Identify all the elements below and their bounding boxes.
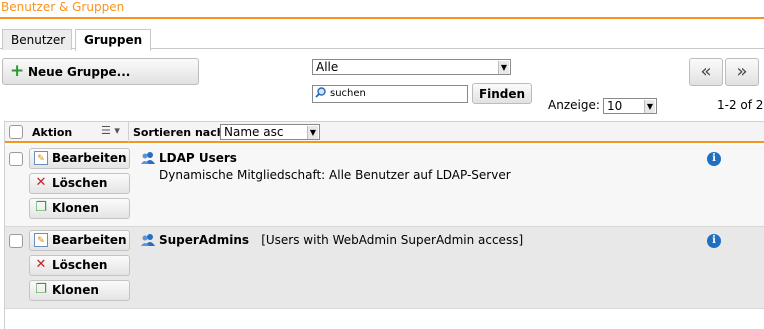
tab-bar: Benutzer Gruppen (0, 29, 764, 51)
list-item: ✎ Bearbeiten ✕ Löschen ❐ Klonen LDAP Use… (5, 145, 764, 227)
header-divider (128, 122, 129, 142)
page-title: Benutzer & Gruppen (1, 0, 125, 14)
sort-select[interactable]: Name asc ▼ (220, 124, 320, 140)
clone-button[interactable]: ❐ Klonen (29, 280, 130, 301)
delete-button[interactable]: ✕ Löschen (29, 173, 130, 194)
row-checkbox[interactable] (9, 234, 23, 248)
group-comment: [Users with WebAdmin SuperAdmin access] (261, 233, 524, 247)
clone-icon: ❐ (35, 282, 47, 297)
group-icon (141, 234, 155, 246)
edit-icon: ✎ (34, 233, 48, 247)
group-name-text: SuperAdmins (159, 233, 250, 247)
list-item: ✎ Bearbeiten ✕ Löschen ❐ Klonen SuperAdm… (5, 227, 764, 309)
clone-button[interactable]: ❐ Klonen (29, 198, 130, 219)
row-checkbox[interactable] (9, 152, 23, 166)
filter-select[interactable]: Alle ▼ (312, 59, 511, 75)
title-bar: Benutzer & Gruppen (0, 0, 764, 19)
chevron-down-icon: ▼ (307, 126, 318, 139)
chevron-down-icon: ▼ (498, 61, 509, 74)
next-page-button[interactable]: » (725, 58, 759, 86)
sort-label: Sortieren nach: (133, 126, 229, 139)
sort-select-value: Name asc (224, 125, 284, 139)
info-icon[interactable]: i (707, 152, 721, 166)
group-description: Dynamische Mitgliedschaft: Alle Benutzer… (159, 168, 511, 182)
filter-select-value: Alle (316, 60, 339, 74)
list-header: Aktion ☰ ▾ Sortieren nach: Name asc ▼ (5, 121, 764, 143)
select-all-checkbox[interactable] (9, 125, 23, 139)
group-list: Aktion ☰ ▾ Sortieren nach: Name asc ▼ ✎ … (4, 121, 764, 329)
group-name: LDAP Users (140, 151, 237, 165)
display-count-value: 10 (607, 99, 623, 113)
group-icon (141, 152, 155, 164)
delete-icon: ✕ (35, 175, 47, 190)
chevron-down-icon: ▼ (644, 100, 655, 113)
search-icon (315, 87, 326, 98)
clone-icon: ❐ (35, 200, 47, 215)
delete-label: Löschen (52, 258, 108, 272)
clone-label: Klonen (52, 201, 99, 215)
new-group-label: Neue Gruppe... (28, 65, 131, 79)
new-group-button[interactable]: + Neue Gruppe... (2, 58, 199, 85)
group-name-text: LDAP Users (159, 151, 237, 165)
edit-button[interactable]: ✎ Bearbeiten (29, 148, 130, 169)
search-placeholder: suchen (330, 88, 366, 99)
search-input[interactable]: suchen (312, 85, 468, 103)
edit-label: Bearbeiten (52, 233, 127, 247)
column-menu-icon[interactable]: ☰ ▾ (101, 124, 120, 137)
group-name: SuperAdmins [Users with WebAdmin SuperAd… (140, 233, 523, 247)
prev-page-button[interactable]: « (689, 58, 723, 86)
delete-label: Löschen (52, 176, 108, 190)
edit-icon: ✎ (34, 151, 48, 165)
edit-label: Bearbeiten (52, 151, 127, 165)
display-label: Anzeige: (548, 98, 600, 112)
action-column-label: Aktion (32, 126, 73, 139)
delete-icon: ✕ (35, 257, 47, 272)
delete-button[interactable]: ✕ Löschen (29, 255, 130, 276)
display-count-select[interactable]: 10 ▼ (603, 98, 657, 114)
plus-icon: + (10, 61, 25, 81)
tab-benutzer[interactable]: Benutzer (2, 29, 72, 50)
edit-button[interactable]: ✎ Bearbeiten (29, 230, 130, 251)
info-icon[interactable]: i (707, 234, 721, 248)
pager-count: 1-2 of 2 (717, 98, 764, 112)
tab-gruppen[interactable]: Gruppen (75, 29, 151, 51)
clone-label: Klonen (52, 283, 99, 297)
search-button[interactable]: Finden (472, 83, 532, 104)
